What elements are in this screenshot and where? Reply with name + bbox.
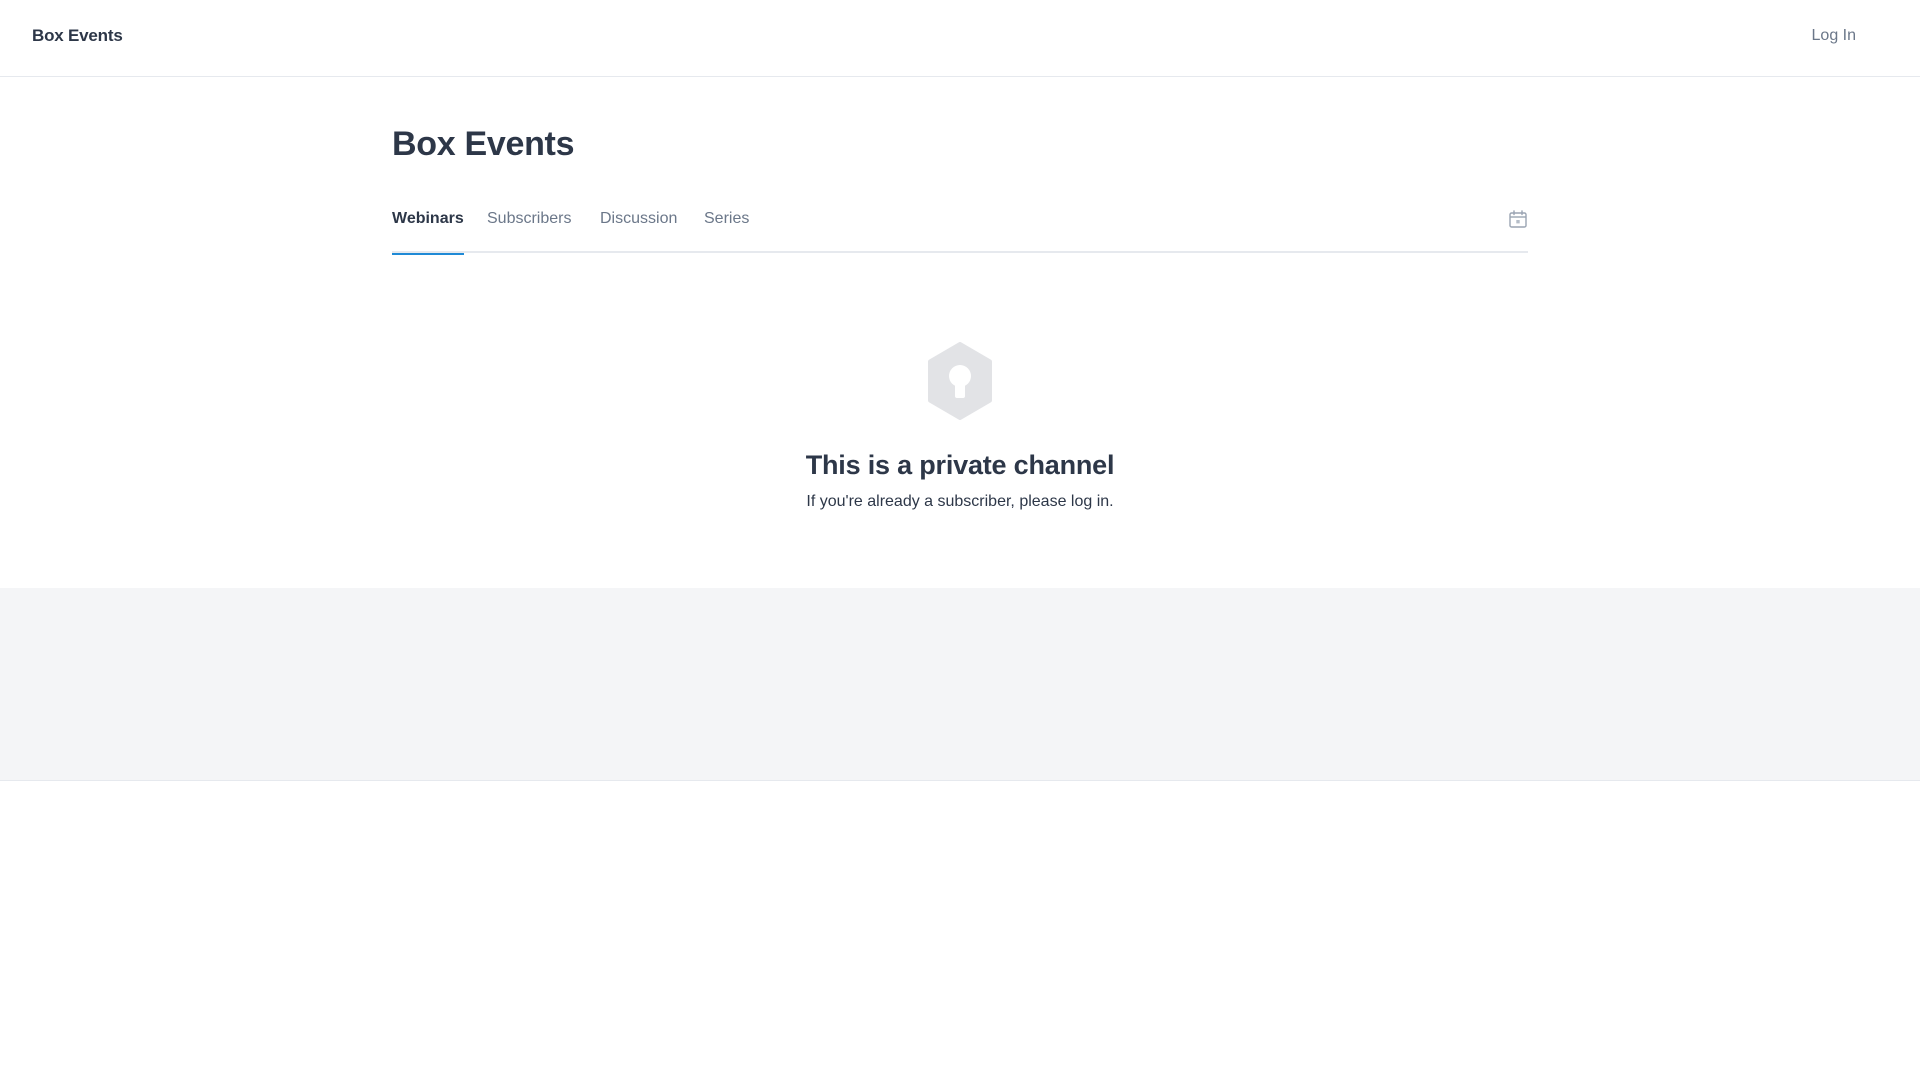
calendar-icon[interactable] [1508,209,1528,229]
keyhole-lock-icon [928,342,992,420]
top-navbar: Box Events Log In [0,0,1920,77]
private-channel-notice: This is a private channel If you're alre… [392,342,1528,511]
tab-series[interactable]: Series [704,203,749,253]
tab-discussion[interactable]: Discussion [600,203,677,253]
footer-band [0,588,1920,781]
login-link[interactable]: Log In [1812,27,1856,45]
brand-link[interactable]: Box Events [32,26,123,46]
tab-webinars[interactable]: Webinars [392,203,464,255]
channel-tabs: Webinars Subscribers Discussion Series [392,203,1528,255]
private-channel-title: This is a private channel [805,450,1115,480]
private-channel-subtitle: If you're already a subscriber, please l… [806,493,1114,510]
channel-title: Box Events [392,125,575,163]
tab-subscribers[interactable]: Subscribers [487,203,571,253]
